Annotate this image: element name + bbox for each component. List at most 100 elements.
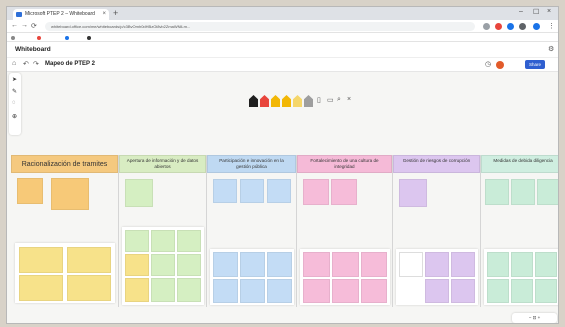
column-header[interactable]: Participación e innovación en la gestión…	[207, 155, 296, 173]
undo-icon[interactable]: ↶	[23, 60, 29, 68]
redo-icon[interactable]: ↷	[33, 60, 39, 68]
sticky-note[interactable]	[399, 179, 427, 207]
sticky-note[interactable]	[535, 252, 557, 277]
black-pen-icon[interactable]	[249, 95, 258, 107]
new-tab-button[interactable]: +	[113, 8, 118, 18]
column-header[interactable]: Fortalecimiento de una cultura de integr…	[297, 155, 392, 173]
sticky-note[interactable]	[67, 275, 111, 301]
sticky-note[interactable]	[19, 247, 63, 273]
sticky-note[interactable]	[303, 179, 329, 205]
eraser-icon[interactable]: ▯	[317, 96, 321, 104]
avatar[interactable]	[496, 61, 504, 69]
sticky-note[interactable]	[267, 179, 291, 203]
sticky-note[interactable]	[151, 278, 175, 302]
sticky-note[interactable]	[177, 278, 201, 302]
sticky-note[interactable]	[240, 252, 265, 277]
clock-icon[interactable]: ◷	[485, 60, 491, 68]
extension-icon[interactable]	[519, 23, 526, 30]
share-button[interactable]: Share	[525, 60, 545, 69]
sticky-note[interactable]	[537, 179, 558, 205]
sticky-note[interactable]	[125, 230, 149, 252]
ruler-icon[interactable]: ▭	[327, 96, 334, 104]
orange-highlighter-icon[interactable]	[282, 95, 291, 107]
zoom-in-icon[interactable]: +	[538, 315, 541, 320]
sticky-note[interactable]	[331, 179, 357, 205]
sticky-note[interactable]	[303, 252, 330, 277]
column-header[interactable]: Gestión de riesgos de corrupción	[393, 155, 480, 173]
sticky-note[interactable]	[125, 278, 149, 302]
sticky-note[interactable]	[151, 254, 175, 276]
browser-tab[interactable]: Microsoft PTEP 2 – Whiteboard ×	[13, 9, 109, 20]
sticky-note[interactable]	[213, 179, 237, 203]
extension-icon[interactable]	[495, 23, 502, 30]
sticky-note[interactable]	[125, 179, 153, 207]
sticky-note[interactable]	[17, 178, 43, 204]
sticky-note[interactable]	[332, 252, 359, 277]
gray-pen-icon[interactable]	[304, 95, 313, 107]
settings-icon[interactable]: ⚙	[548, 45, 554, 53]
url-input[interactable]: whiteboard.office.com/me/whiteboards/p/c…	[45, 22, 475, 31]
sticky-note[interactable]	[425, 252, 449, 277]
home-icon[interactable]: ⌂	[12, 60, 16, 67]
sticky-note[interactable]	[361, 252, 387, 277]
sticky-note[interactable]	[177, 254, 201, 276]
lasso-icon[interactable]: ◌	[12, 100, 16, 106]
sticky-note[interactable]	[511, 252, 533, 277]
sticky-note[interactable]	[267, 279, 292, 303]
sticky-note[interactable]	[451, 279, 475, 303]
bookmark-item[interactable]	[87, 33, 93, 42]
sticky-note[interactable]	[240, 279, 265, 303]
sticky-note[interactable]	[425, 279, 449, 303]
sticky-note[interactable]	[51, 178, 89, 210]
browser-menu-icon[interactable]: ⋮	[548, 22, 555, 30]
column-header[interactable]: Racionalización de tramites	[11, 155, 118, 173]
sticky-note[interactable]	[67, 247, 111, 273]
sticky-note[interactable]	[451, 252, 475, 277]
forward-icon[interactable]: →	[21, 22, 28, 29]
sticky-note[interactable]	[125, 254, 149, 276]
sticky-note[interactable]	[177, 230, 201, 252]
sticky-note[interactable]	[485, 179, 509, 205]
sticky-note[interactable]	[267, 252, 292, 277]
yellow-pen-icon[interactable]	[271, 95, 280, 107]
zoom-control[interactable]: − ⊡ +	[512, 313, 557, 323]
sticky-note[interactable]	[332, 279, 359, 303]
extension-icon[interactable]	[507, 23, 514, 30]
profile-avatar[interactable]	[533, 23, 540, 30]
column-participacion: Participación e innovación en la gestión…	[207, 155, 297, 307]
sticky-note[interactable]	[151, 230, 175, 252]
bookmark-item[interactable]	[65, 33, 71, 42]
maximize-button[interactable]: ☐	[533, 8, 539, 16]
zoom-out-icon[interactable]: −	[529, 315, 532, 320]
sticky-note[interactable]	[19, 275, 63, 301]
pen-icon[interactable]: ✎	[12, 88, 17, 95]
bookmark-item[interactable]	[37, 33, 43, 42]
yellow-highlighter-icon[interactable]	[293, 95, 302, 107]
sticky-note[interactable]	[213, 252, 238, 277]
sticky-note[interactable]	[213, 279, 238, 303]
sticky-note[interactable]	[511, 179, 535, 205]
red-pen-icon[interactable]	[260, 95, 269, 107]
close-window-button[interactable]: ×	[547, 8, 551, 15]
sticky-note[interactable]	[303, 279, 330, 303]
board-title[interactable]: Mapeo de PTEP 2	[45, 61, 95, 67]
sticky-note[interactable]	[535, 279, 557, 303]
sticky-note[interactable]	[399, 252, 423, 277]
close-tab-icon[interactable]: ×	[102, 9, 106, 20]
sticky-note[interactable]	[487, 279, 509, 303]
column-header[interactable]: Medidas de debida diligencia	[481, 155, 558, 173]
sticky-note[interactable]	[511, 279, 533, 303]
extension-icon[interactable]	[483, 23, 490, 30]
sticky-note[interactable]	[361, 279, 387, 303]
close-palette-icon[interactable]: ×	[347, 96, 351, 103]
back-icon[interactable]: ←	[11, 22, 18, 29]
sticky-note[interactable]	[240, 179, 264, 203]
select-icon[interactable]: ➤	[12, 76, 17, 83]
bookmark-item[interactable]	[11, 33, 17, 42]
minimize-button[interactable]: –	[519, 8, 523, 15]
reload-icon[interactable]: ⟳	[31, 22, 37, 30]
column-header[interactable]: Apertura de información y de datos abier…	[119, 155, 206, 173]
add-icon[interactable]: ⊕	[12, 113, 17, 120]
sticky-note[interactable]	[487, 252, 509, 277]
lasso-select-icon[interactable]: ⌕	[337, 96, 341, 104]
